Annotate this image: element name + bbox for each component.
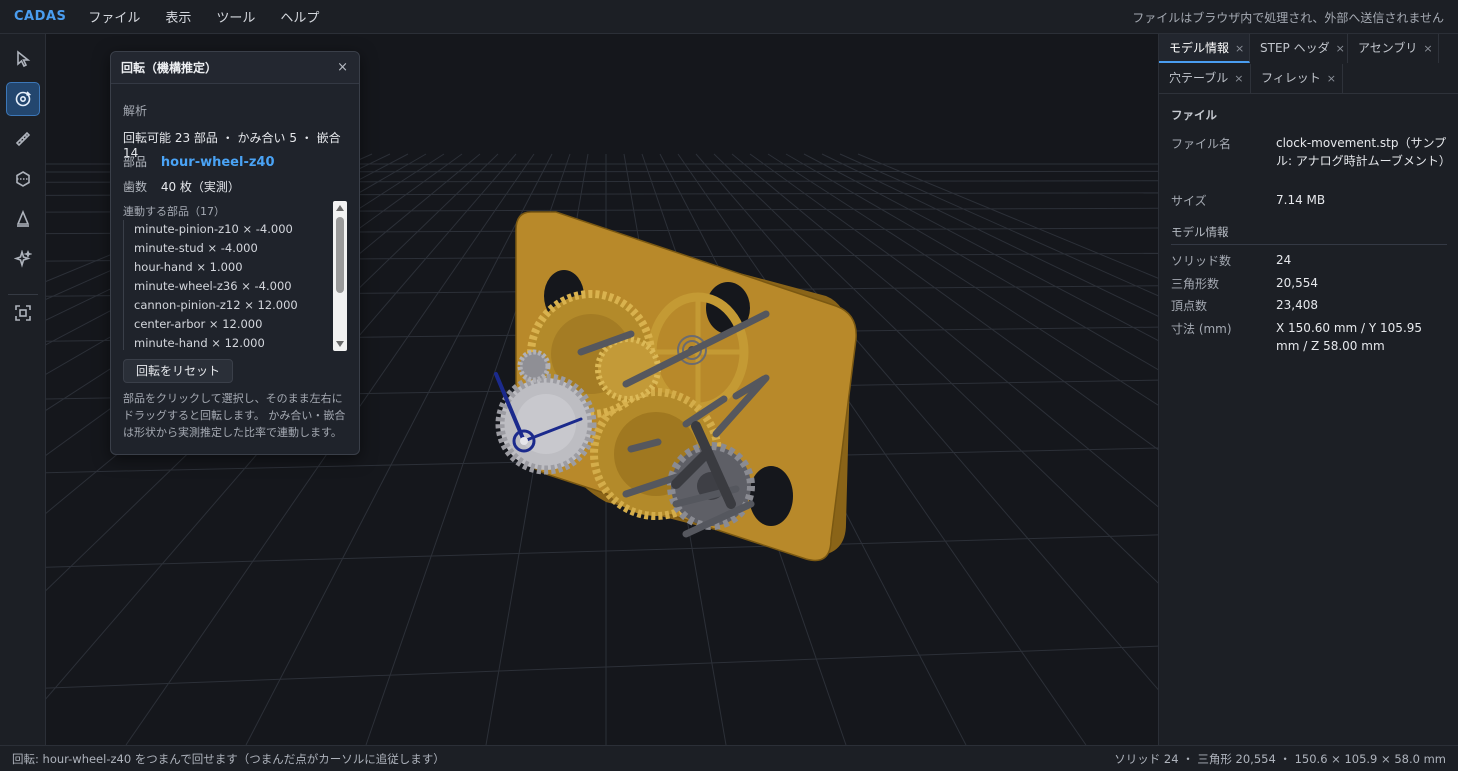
measure-tool-button[interactable] xyxy=(6,122,40,156)
file-name-value: clock-movement.stp（サンプル: アナログ時計ムーブメント） xyxy=(1276,136,1451,168)
menu-view[interactable]: 表示 xyxy=(165,7,191,26)
privacy-note: ファイルはブラウザ内で処理され、外部へ送信されません xyxy=(1132,11,1444,25)
part-row: 部品 hour-wheel-z40 xyxy=(123,153,275,170)
vertices-label: 頂点数 xyxy=(1171,299,1208,313)
section-divider xyxy=(1171,244,1447,245)
grid-line xyxy=(46,534,1158,568)
app-brand: CADAS xyxy=(14,9,67,24)
rotate-gear-icon xyxy=(15,91,32,107)
file-heading: ファイル xyxy=(1171,108,1217,122)
fit-view-icon xyxy=(15,305,31,321)
status-message: 回転: hour-wheel-z40 をつまんで回せます（つまんだ点がカーソルに… xyxy=(12,752,445,766)
menu-help[interactable]: ヘルプ xyxy=(280,7,319,26)
tab-step-header[interactable]: STEP ヘッダ × xyxy=(1250,34,1348,63)
close-icon[interactable]: × xyxy=(1234,72,1243,85)
file-name-label: ファイル名 xyxy=(1171,137,1232,151)
scroll-thumb[interactable] xyxy=(336,217,344,293)
select-tool-button[interactable] xyxy=(6,42,40,76)
list-item[interactable]: minute-stud × -4.000 xyxy=(124,239,329,258)
tab-fillet[interactable]: フィレット × xyxy=(1251,64,1343,93)
close-icon[interactable]: × xyxy=(1235,42,1244,55)
rotation-panel: 回転（機構推定） × 解析 回転可能 23 部品 ・ かみ合い 5 ・ 嵌合 1… xyxy=(110,51,360,455)
dims-value: X 150.60 mm / Y 105.95 mm / Z 58.00 mm xyxy=(1276,321,1423,353)
menu-file[interactable]: ファイル xyxy=(88,7,140,26)
analysis-heading: 解析 xyxy=(123,104,148,118)
panel-help-text: 部品をクリックして選択し、そのまま左右にドラッグすると回転します。 かみ合い・嵌… xyxy=(123,392,346,439)
list-item[interactable]: hour-hand × 1.000 xyxy=(124,258,329,277)
pointer-icon xyxy=(17,50,31,68)
close-icon[interactable]: × xyxy=(1327,72,1336,85)
scroll-up-icon[interactable] xyxy=(336,205,344,211)
list-item[interactable]: minute-hand × 12.000 xyxy=(124,334,329,350)
linked-list-scrollbar[interactable] xyxy=(333,201,347,351)
part-value: hour-wheel-z40 xyxy=(160,155,275,170)
list-item[interactable]: center-arbor × 12.000 xyxy=(124,315,329,334)
ruler-icon xyxy=(15,131,31,147)
sparkle-icon xyxy=(14,250,32,268)
grid-line xyxy=(46,645,1158,689)
triangles-label: 三角形数 xyxy=(1171,277,1220,291)
scroll-down-icon[interactable] xyxy=(336,341,344,347)
vertices-value: 23,408 xyxy=(1276,298,1318,312)
right-sidebar: モデル情報 × STEP ヘッダ × アセンブリ × 穴テーブル × フィレット × ファ… xyxy=(1158,34,1458,745)
list-item[interactable]: minute-wheel-z36 × -4.000 xyxy=(124,277,329,296)
left-toolbar xyxy=(0,34,46,745)
sidebar-tabs: モデル情報 × STEP ヘッダ × アセンブリ × 穴テーブル × フィレット × xyxy=(1159,34,1458,94)
rotate-tool-button[interactable] xyxy=(6,82,40,116)
tab-model-info[interactable]: モデル情報 × xyxy=(1159,34,1250,63)
status-bar: 回転: hour-wheel-z40 をつまんで回せます（つまんだ点がカーソルに… xyxy=(0,745,1458,771)
draft-tool-button[interactable] xyxy=(6,202,40,236)
close-icon[interactable]: × xyxy=(1423,42,1432,55)
panel-close-button[interactable]: × xyxy=(337,60,348,75)
size-label: サイズ xyxy=(1171,194,1207,208)
tab-assembly[interactable]: アセンブリ × xyxy=(1348,34,1439,63)
tab-hole-table[interactable]: 穴テーブル × xyxy=(1159,64,1251,93)
fit-view-button[interactable] xyxy=(6,296,40,330)
close-icon[interactable]: × xyxy=(1336,42,1345,55)
linked-parts-label: 連動する部品（17） xyxy=(123,205,225,218)
linked-parts-list[interactable]: minute-pinion-z10 × -4.000 minute-stud ×… xyxy=(123,220,329,350)
solids-label: ソリッド数 xyxy=(1171,254,1232,268)
menu-tools[interactable]: ツール xyxy=(216,7,255,26)
size-value: 7.14 MB xyxy=(1276,193,1326,207)
cone-icon xyxy=(16,210,30,227)
part-label: 部品 xyxy=(123,155,148,169)
menubar: CADAS ファイル 表示 ツール ヘルプ ファイルはブラウザ内で処理され、外部… xyxy=(0,0,1458,34)
list-item[interactable]: minute-pinion-z10 × -4.000 xyxy=(124,220,329,239)
toolbar-divider xyxy=(8,294,38,295)
solids-value: 24 xyxy=(1276,253,1292,267)
panel-title: 回転（機構推定） xyxy=(111,52,359,84)
auto-tool-button[interactable] xyxy=(6,242,40,276)
teeth-row: 歯数 40 枚（実測） xyxy=(123,178,240,195)
list-item[interactable]: cannon-pinion-z12 × 12.000 xyxy=(124,296,329,315)
reset-rotation-button[interactable]: 回転をリセット xyxy=(123,359,234,383)
teeth-label: 歯数 xyxy=(123,180,148,194)
model-heading: モデル情報 xyxy=(1171,225,1229,239)
teeth-value: 40 枚（実測） xyxy=(160,180,240,194)
dims-label: 寸法 (mm) xyxy=(1171,322,1232,336)
section-icon xyxy=(16,171,30,187)
section-tool-button[interactable] xyxy=(6,162,40,196)
triangles-value: 20,554 xyxy=(1276,276,1318,290)
status-stats: ソリッド 24 ・ 三角形 20,554 ・ 150.6 × 105.9 × 5… xyxy=(1114,752,1446,766)
